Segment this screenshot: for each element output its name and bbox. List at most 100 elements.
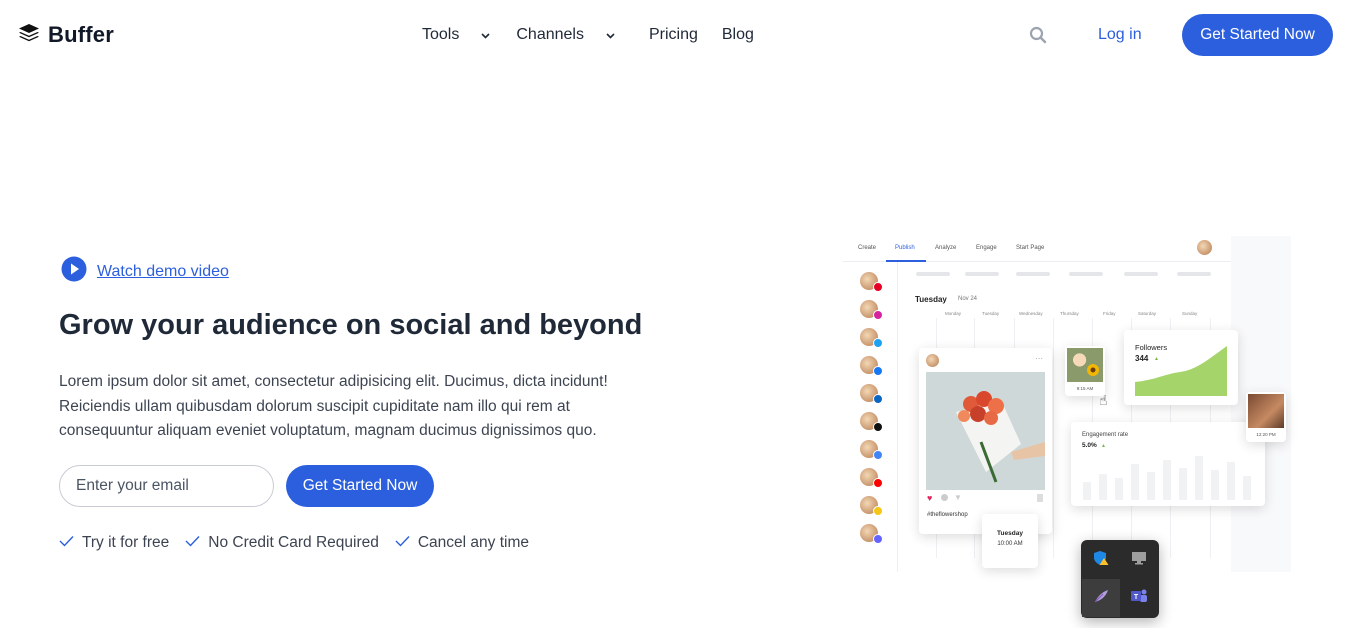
youtube-icon [873,478,883,488]
post-preview-card: ⋯ ♥ ▼ #theflowershop [919,348,1052,534]
scheduled-thumbnail: 12:20 PM [1246,392,1286,442]
svg-text:T: T [1134,594,1139,601]
perk-item: No Credit Card Required [185,534,379,552]
perk-item: Cancel any time [395,534,529,552]
tray-item[interactable] [1082,579,1120,617]
grid-line [1053,318,1054,558]
share-icon: ▼ [954,493,962,502]
thumbnail-image [1248,394,1284,428]
login-link[interactable]: Log in [1098,26,1142,44]
start-page-icon [873,506,883,516]
placeholder-bar [1069,272,1103,276]
watch-demo-link[interactable]: Watch demo video [61,256,229,287]
thumbnail-time: 12:20 PM [1256,432,1276,437]
mockup-tab-create: Create [858,245,877,251]
placeholder-bar [916,272,950,276]
weekday-label: Wednesday [1019,311,1043,316]
perk-label: No Credit Card Required [208,534,379,551]
hero-description: Lorem ipsum dolor sit amet, consectetur … [59,373,608,439]
weekday-label: Friday [1103,311,1116,316]
more-icon: ⋯ [1035,354,1043,363]
search-icon[interactable] [1029,26,1047,49]
post-image [926,372,1045,490]
nav-tools-label: Tools [422,26,460,43]
perk-label: Cancel any time [417,534,529,551]
perk-label: Try it for free [82,534,170,551]
placeholder-bar [1177,272,1211,276]
post-hashtag: #theflowershop [927,512,968,518]
weekday-label: Monday [945,311,962,316]
hero-title: Grow your audience on social and beyond [59,309,643,341]
mockup-tab-bar: Create Publish Analyze Engage Start Page [843,236,1231,262]
scheduled-thumbnail: 9:15 AM [1065,346,1105,396]
chevron-down-icon [481,26,490,44]
weekday-label: Saturday [1138,311,1157,316]
teams-icon: T [1130,588,1148,609]
instagram-icon [873,310,883,320]
avatar [926,354,939,367]
mockup-tab-publish: Publish [895,245,915,251]
hero-get-started-button[interactable]: Get Started Now [286,465,434,507]
facebook-icon [873,366,883,376]
weekday-label: Thursday [1060,311,1079,316]
feather-icon [1093,588,1109,609]
logo[interactable]: Buffer [18,22,114,48]
cursor-hand-icon: ☝ [1099,392,1108,408]
thumbnail-image [1067,348,1103,382]
twitter-icon [873,338,883,348]
email-input[interactable] [59,465,274,507]
buffer-logo-icon [18,23,40,48]
trend-up-icon: ▲ [1101,443,1106,449]
perks-list: Try it for free No Credit Card Required … [59,534,529,552]
comment-icon [941,494,948,501]
nav-pricing[interactable]: Pricing [649,26,698,44]
site-header: Buffer Tools Channels Pricing Blog Log i… [0,0,1347,72]
watch-demo-label: Watch demo video [97,262,229,280]
google-business-icon [873,450,883,460]
placeholder-bar [965,272,999,276]
mockup-tab-start-page: Start Page [1016,245,1045,251]
placeholder-bar [1016,272,1050,276]
engagement-value: 5.0% [1082,442,1097,449]
calendar-day-title: Tuesday [915,295,947,304]
bookmark-icon [1037,494,1043,502]
logo-text: Buffer [48,22,114,47]
tray-item[interactable] [1082,541,1120,579]
mockup-channel-sidebar [843,262,898,572]
chevron-down-icon [606,26,615,44]
linkedin-icon [873,394,883,404]
tiktok-icon [873,422,883,432]
engagement-card: Engagement rate 5.0% ▲ [1071,422,1265,506]
schedule-time-card: Tuesday 10:00 AM [982,514,1038,568]
mockup-tab-analyze: Analyze [935,245,957,251]
mockup-tab-engage: Engage [976,245,997,251]
pinterest-icon [873,282,883,292]
nav-channels[interactable]: Channels [516,26,615,44]
nav-blog[interactable]: Blog [722,26,754,44]
defender-warning-icon [1093,550,1109,571]
play-icon [61,256,87,287]
nav-channels-label: Channels [516,26,584,43]
system-tray-overflow: T [1081,540,1159,618]
engagement-label: Engagement rate [1082,432,1129,438]
header-get-started-button[interactable]: Get Started Now [1182,14,1333,56]
tray-item[interactable] [1120,541,1158,579]
heart-icon: ♥ [927,493,933,503]
thumbnail-time: 9:15 AM [1076,386,1094,391]
schedule-day: Tuesday [997,530,1023,537]
nav-tools[interactable]: Tools [422,26,490,44]
engagement-bars [1083,456,1251,500]
tray-item[interactable]: T [1120,579,1158,617]
followers-card: Followers 344 ▲ [1124,330,1238,405]
mastodon-icon [873,534,883,544]
check-icon [395,534,410,552]
weekday-label: Tuesday [982,311,1000,316]
check-icon [59,534,74,552]
display-icon [1131,551,1147,570]
placeholder-bar [1124,272,1158,276]
check-icon [185,534,200,552]
followers-chart [1135,346,1227,396]
main-nav: Tools Channels Pricing Blog [422,26,754,44]
product-mockup: Create Publish Analyze Engage Start Page [843,236,1291,572]
calendar-date: Nov 24 [958,296,978,302]
